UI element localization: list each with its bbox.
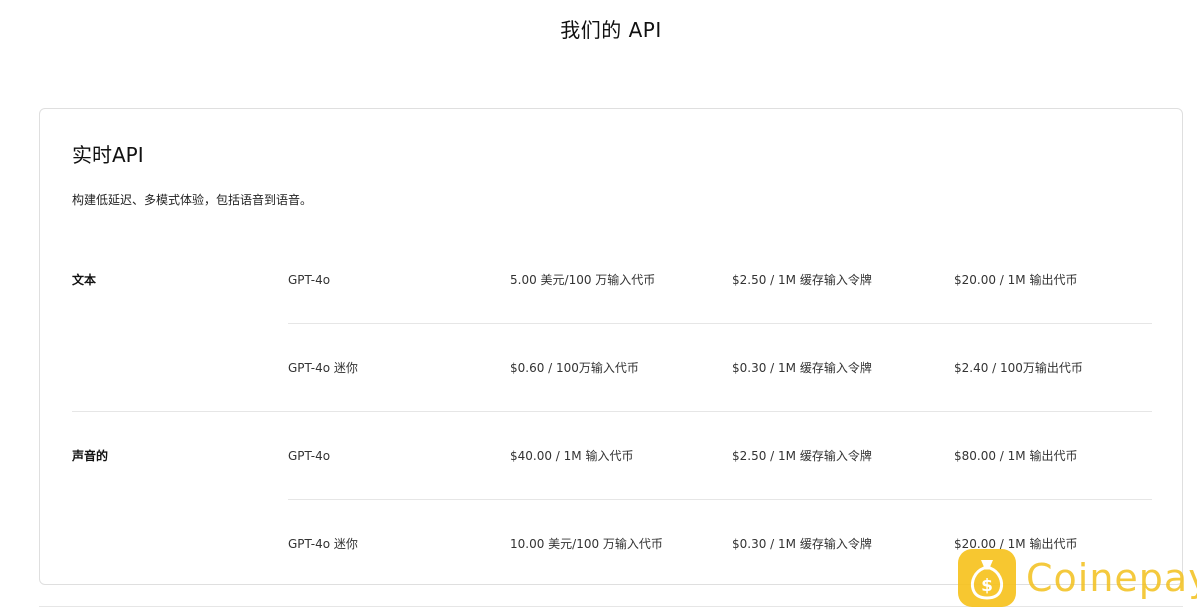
group-divider [72,411,1152,412]
group-label-audio: 声音的 [72,449,109,463]
output-price: $20.00 / 1M 输出代币 [954,273,1078,287]
row-divider [288,323,1152,324]
watermark: $ Coinepay [958,549,1197,607]
cached-input-price: $0.30 / 1M 缓存输入令牌 [732,361,872,375]
model-name: GPT-4o [288,449,331,463]
cached-input-price: $0.30 / 1M 缓存输入令牌 [732,537,872,551]
input-price: $0.60 / 100万输入代币 [510,361,639,375]
output-price: $80.00 / 1M 输出代币 [954,449,1078,463]
input-price: 10.00 美元/100 万输入代币 [510,537,663,551]
watermark-text: Coinepay [1026,556,1197,600]
svg-text:$: $ [981,576,993,596]
cached-input-price: $2.50 / 1M 缓存输入令牌 [732,449,872,463]
output-price: $2.40 / 100万输出代币 [954,361,1083,375]
group-label-text: 文本 [72,273,97,287]
input-price: 5.00 美元/100 万输入代币 [510,273,656,287]
card-description: 构建低延迟、多模式体验，包括语音到语音。 [72,193,313,207]
page-title: 我们的 API [560,18,662,42]
money-bag-icon: $ [958,549,1016,607]
model-name: GPT-4o [288,273,331,287]
model-name: GPT-4o 迷你 [288,361,358,375]
input-price: $40.00 / 1M 输入代币 [510,449,634,463]
card-title: 实时API [72,143,144,167]
cached-input-price: $2.50 / 1M 缓存输入令牌 [732,273,872,287]
realtime-api-card: 实时API 构建低延迟、多模式体验，包括语音到语音。 文本 GPT-4o 5.0… [39,108,1183,585]
row-divider [288,499,1152,500]
model-name: GPT-4o 迷你 [288,537,358,551]
